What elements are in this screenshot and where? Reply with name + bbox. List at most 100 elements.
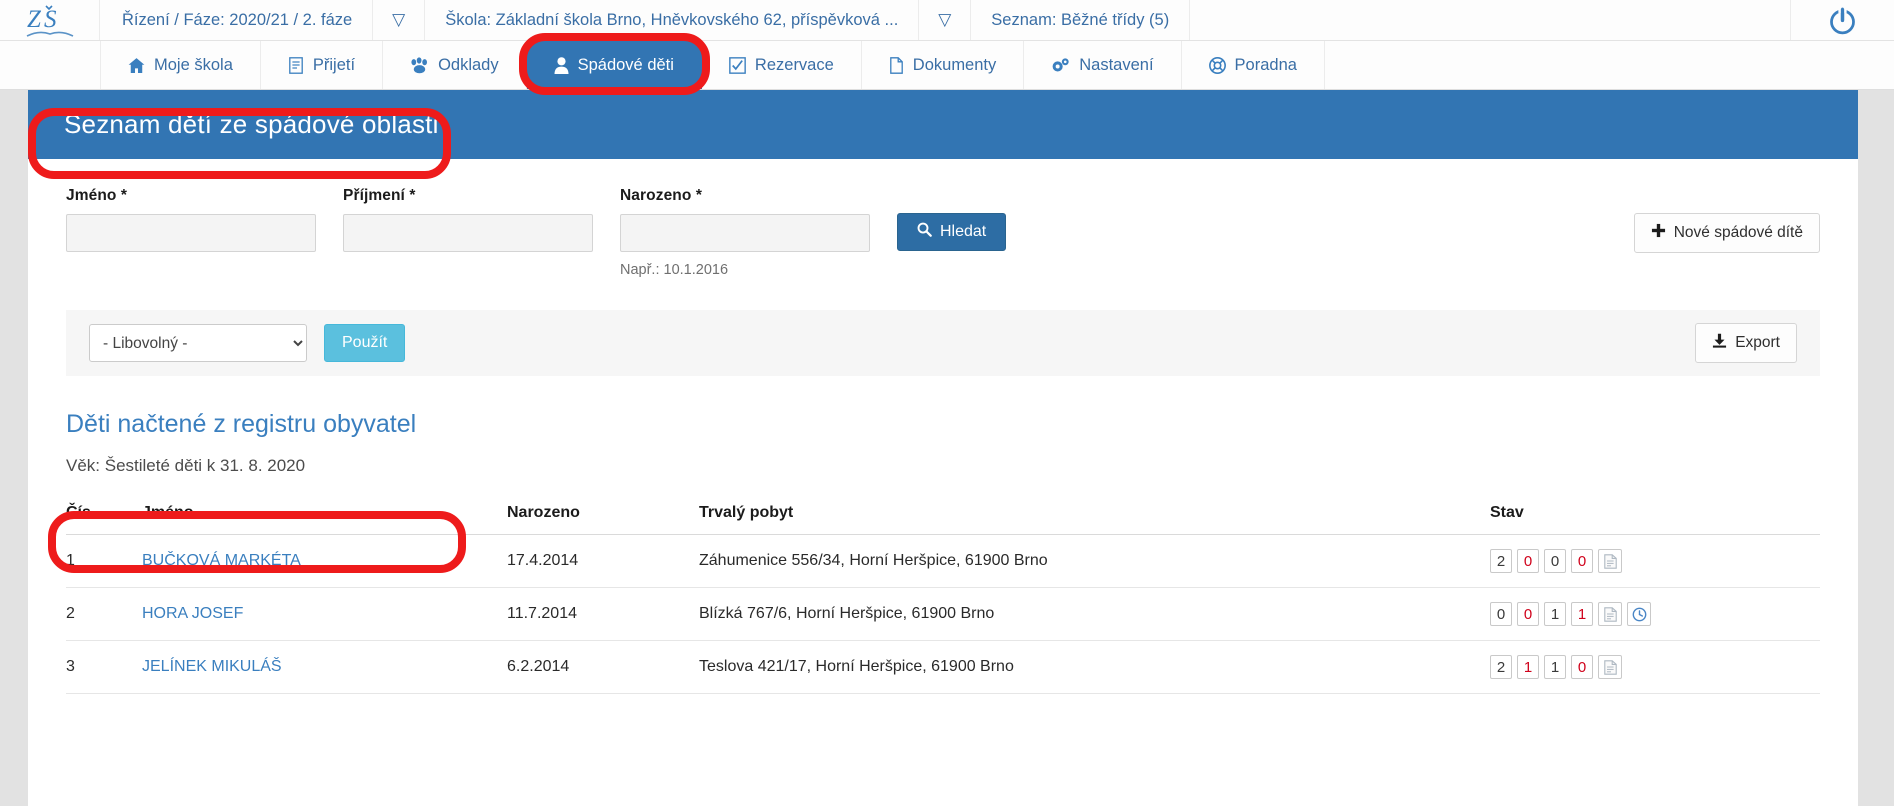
- apply-filter-button-label: Použít: [342, 334, 388, 351]
- nav-tab-spadove-deti-label: Spádové děti: [577, 55, 674, 74]
- breadcrumb-rizeni[interactable]: Řízení / Fáze: 2020/21 / 2. fáze: [100, 0, 374, 40]
- paw-icon: [410, 56, 429, 74]
- nav-tab-prijeti-label: Přijetí: [312, 55, 356, 74]
- breadcrumb-skola-dropdown[interactable]: ▽: [919, 0, 972, 40]
- breadcrumb-seznam[interactable]: Seznam: Běžné třídy (5): [971, 0, 1191, 40]
- row-name-cell: JELÍNEK MIKULÁŠ: [142, 640, 507, 694]
- field-prijmeni-label: Příjmení *: [343, 187, 416, 204]
- plus-icon: [1651, 223, 1666, 243]
- children-table-head: Čís. Jméno Narozeno Trvalý pobyt Stav: [66, 504, 1820, 535]
- row-address: Blízká 767/6, Horní Heršpice, 61900 Brno: [699, 587, 1490, 641]
- page-title-banner: Seznam dětí ze spádové oblasti: [28, 90, 1858, 159]
- status-badges: 2 0 0 0: [1490, 549, 1820, 573]
- status-badge[interactable]: 0: [1517, 602, 1539, 626]
- child-name-link[interactable]: JELÍNEK MIKULÁŠ: [142, 658, 282, 675]
- field-prijmeni: Příjmení *: [343, 187, 593, 252]
- home-icon: [128, 57, 145, 74]
- field-jmeno-label: Jméno *: [66, 187, 127, 204]
- new-child-button-label: Nové spádové dítě: [1673, 224, 1803, 241]
- field-narozeno: Narozeno * Např.: 10.1.2016: [620, 187, 870, 278]
- nav-tab-prijeti[interactable]: Přijetí: [261, 41, 384, 89]
- search-input-prijmeni[interactable]: [343, 214, 593, 252]
- chevron-down-icon: ▽: [392, 10, 406, 29]
- screen-root: Z S Řízení / Fáze: 2020/21 / 2. fáze ▽ Š…: [0, 0, 1894, 806]
- status-badge[interactable]: 1: [1544, 602, 1566, 626]
- column-header-stav: Stav: [1490, 504, 1820, 535]
- file-icon: [889, 56, 904, 74]
- status-badge[interactable]: 2: [1490, 655, 1512, 679]
- children-table-body: 1 BUČKOVÁ MARKÉTA 17.4.2014 Záhumenice 5…: [66, 534, 1820, 694]
- field-narozeno-label: Narozeno *: [620, 187, 702, 204]
- lifebuoy-icon: [1208, 56, 1226, 74]
- search-form: Jméno * Příjmení * Narozeno * Např.: 10.…: [28, 159, 1858, 278]
- nav-tab-nastaveni[interactable]: Nastavení: [1024, 41, 1182, 89]
- status-badge[interactable]: 1: [1544, 655, 1566, 679]
- status-badge[interactable]: 0: [1544, 549, 1566, 573]
- row-status: 2 1 1 0: [1490, 640, 1820, 694]
- nav-tab-poradna[interactable]: Poradna: [1182, 41, 1325, 89]
- app-logo[interactable]: Z S: [0, 0, 100, 40]
- breadcrumb-seznam-label: Seznam: Běžné třídy (5): [991, 10, 1170, 29]
- apply-filter-button[interactable]: Použít: [324, 324, 406, 362]
- row-status: 2 0 0 0: [1490, 534, 1820, 588]
- export-button-label: Export: [1735, 334, 1780, 351]
- table-row: 1 BUČKOVÁ MARKÉTA 17.4.2014 Záhumenice 5…: [66, 534, 1820, 588]
- status-badge[interactable]: 0: [1571, 655, 1593, 679]
- nav-tab-poradna-label: Poradna: [1234, 55, 1297, 74]
- document-badge-icon[interactable]: [1598, 655, 1622, 679]
- table-row: 3 JELÍNEK MIKULÁŠ 6.2.2014 Teslova 421/1…: [66, 640, 1820, 694]
- status-badge[interactable]: 0: [1571, 549, 1593, 573]
- new-child-button[interactable]: Nové spádové dítě: [1633, 213, 1820, 253]
- breadcrumb-skola-label: Škola: Základní škola Brno, Hněvkovského…: [445, 10, 899, 29]
- search-input-narozeno[interactable]: [620, 214, 870, 252]
- page-container: Seznam dětí ze spádové oblasti Jméno * P…: [28, 90, 1858, 806]
- download-icon: [1712, 333, 1727, 353]
- export-button[interactable]: Export: [1695, 323, 1797, 363]
- nav-tab-dokumenty[interactable]: Dokumenty: [862, 41, 1025, 89]
- column-header-trvaly-pobyt: Trvalý pobyt: [699, 504, 1490, 535]
- svg-text:Z: Z: [27, 6, 42, 33]
- status-badges: 2 1 1 0: [1490, 655, 1820, 679]
- logout-button[interactable]: [1790, 0, 1894, 40]
- check-square-icon: [729, 56, 746, 74]
- status-badge[interactable]: 0: [1490, 602, 1512, 626]
- document-icon: [288, 56, 304, 74]
- section-subtitle: Věk: Šestileté děti k 31. 8. 2020: [66, 456, 306, 475]
- nav-tab-moje-skola[interactable]: Moje škola: [100, 41, 261, 89]
- nav-tab-spadove-deti[interactable]: Spádové děti: [526, 41, 702, 89]
- search-input-jmeno[interactable]: [66, 214, 316, 252]
- column-header-jmeno: Jméno: [142, 504, 507, 535]
- row-status: 0 0 1 1: [1490, 587, 1820, 641]
- registry-section: Děti načtené z registru obyvatel Věk: Še…: [28, 376, 1858, 694]
- row-address: Teslova 421/17, Horní Heršpice, 61900 Br…: [699, 640, 1490, 694]
- status-badge[interactable]: 2: [1490, 549, 1512, 573]
- search-button-label: Hledat: [940, 223, 987, 240]
- search-button[interactable]: Hledat: [897, 213, 1007, 251]
- status-filter-select[interactable]: - Libovolný -: [89, 324, 307, 362]
- children-table: Čís. Jméno Narozeno Trvalý pobyt Stav 1 …: [66, 504, 1820, 694]
- row-born: 11.7.2014: [507, 587, 699, 641]
- breadcrumb-skola[interactable]: Škola: Základní škola Brno, Hněvkovského…: [425, 0, 920, 40]
- child-name-link[interactable]: HORA JOSEF: [142, 605, 243, 622]
- status-badge[interactable]: 1: [1571, 602, 1593, 626]
- document-badge-icon[interactable]: [1598, 602, 1622, 626]
- status-badge[interactable]: 1: [1517, 655, 1539, 679]
- clock-badge-icon[interactable]: [1627, 602, 1651, 626]
- filter-bar: - Libovolný - Použít Export: [66, 310, 1820, 376]
- breadcrumb-rizeni-dropdown[interactable]: ▽: [373, 0, 426, 40]
- child-name-link[interactable]: BUČKOVÁ MARKÉTA: [142, 552, 301, 569]
- nav-tab-moje-skola-label: Moje škola: [154, 55, 233, 74]
- status-badge[interactable]: 0: [1517, 549, 1539, 573]
- zs-logo-icon: Z S: [26, 4, 73, 37]
- column-header-narozeno: Narozeno: [507, 504, 699, 535]
- chevron-down-icon: ▽: [938, 10, 952, 29]
- row-name-cell: HORA JOSEF: [142, 587, 507, 641]
- field-jmeno: Jméno *: [66, 187, 316, 252]
- document-badge-icon[interactable]: [1598, 549, 1622, 573]
- nav-tab-odklady-label: Odklady: [438, 55, 499, 74]
- nav-tab-rezervace[interactable]: Rezervace: [702, 41, 862, 89]
- table-header-row: Čís. Jméno Narozeno Trvalý pobyt Stav: [66, 504, 1820, 535]
- top-bar: Z S Řízení / Fáze: 2020/21 / 2. fáze ▽ Š…: [0, 0, 1894, 41]
- nav-tab-odklady[interactable]: Odklady: [383, 41, 527, 89]
- page-title: Seznam dětí ze spádové oblasti: [64, 109, 439, 139]
